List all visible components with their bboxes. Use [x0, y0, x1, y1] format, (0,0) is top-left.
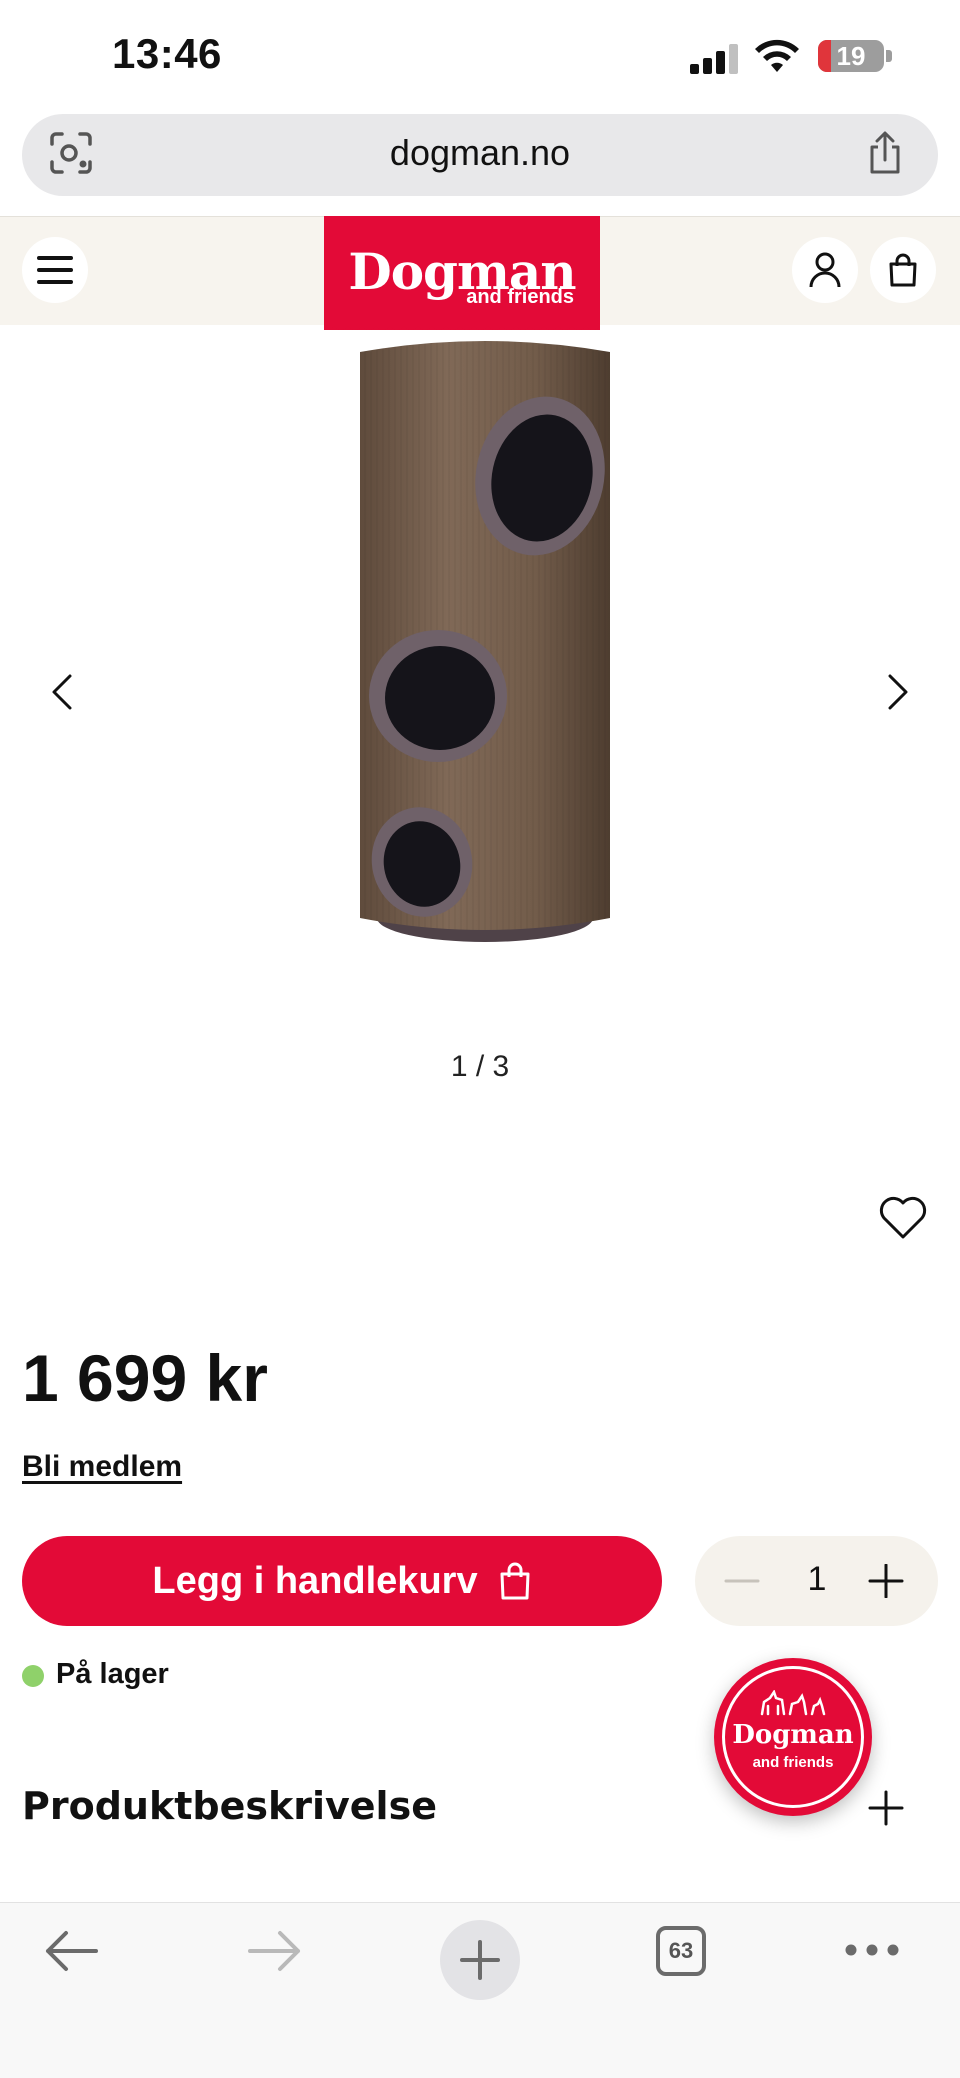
share-icon[interactable]	[862, 130, 908, 176]
chat-badge[interactable]: Dogman and friends	[714, 1658, 872, 1816]
heart-icon[interactable]	[878, 1196, 928, 1240]
plus-icon	[460, 1940, 500, 1980]
url-text[interactable]: dogman.no	[0, 132, 960, 174]
product-image[interactable]	[340, 330, 630, 990]
battery-cap	[886, 50, 892, 62]
stock-status-dot	[22, 1665, 44, 1687]
product-price: 1 699 kr	[22, 1341, 268, 1415]
tabs-button[interactable]: 63	[656, 1926, 706, 1976]
cart-button[interactable]	[870, 237, 936, 303]
logo-tagline: and friends	[466, 286, 574, 308]
stock-status: På lager	[56, 1658, 169, 1690]
site-logo[interactable]: Dogman and friends	[324, 216, 600, 330]
menu-button[interactable]	[22, 237, 88, 303]
chat-badge-tagline: and friends	[752, 1754, 834, 1771]
shopping-bag-icon	[889, 253, 917, 287]
battery-indicator: 19	[818, 40, 884, 72]
chat-badge-wordmark: Dogman	[732, 1720, 854, 1750]
back-arrow-icon[interactable]	[42, 1926, 100, 1976]
plus-icon[interactable]	[868, 1564, 904, 1598]
gallery-counter: 1 / 3	[450, 1050, 510, 1083]
quantity-value[interactable]: 1	[795, 1560, 839, 1599]
more-options-icon[interactable]	[844, 1940, 900, 1960]
wifi-icon	[755, 39, 799, 72]
chevron-left-icon[interactable]	[34, 662, 94, 722]
product-description-heading[interactable]: Produktbeskrivelse	[22, 1784, 437, 1828]
hamburger-icon	[37, 256, 73, 284]
expand-plus-icon[interactable]	[868, 1790, 904, 1826]
shopping-bag-icon	[500, 1562, 530, 1600]
become-member-link[interactable]: Bli medlem	[22, 1450, 182, 1484]
pets-icon	[760, 1690, 826, 1716]
user-icon	[809, 252, 841, 288]
battery-percentage: 19	[836, 41, 866, 71]
forward-arrow-icon[interactable]	[246, 1926, 304, 1976]
account-button[interactable]	[792, 237, 858, 303]
new-tab-button[interactable]	[440, 1920, 520, 2000]
add-to-cart-label: Legg i handlekurv	[152, 1559, 478, 1602]
cellular-signal-icon	[690, 44, 738, 74]
chevron-right-icon[interactable]	[866, 662, 926, 722]
minus-icon[interactable]	[724, 1564, 760, 1598]
status-time: 13:46	[112, 30, 222, 77]
add-to-cart-button[interactable]: Legg i handlekurv	[22, 1536, 662, 1626]
